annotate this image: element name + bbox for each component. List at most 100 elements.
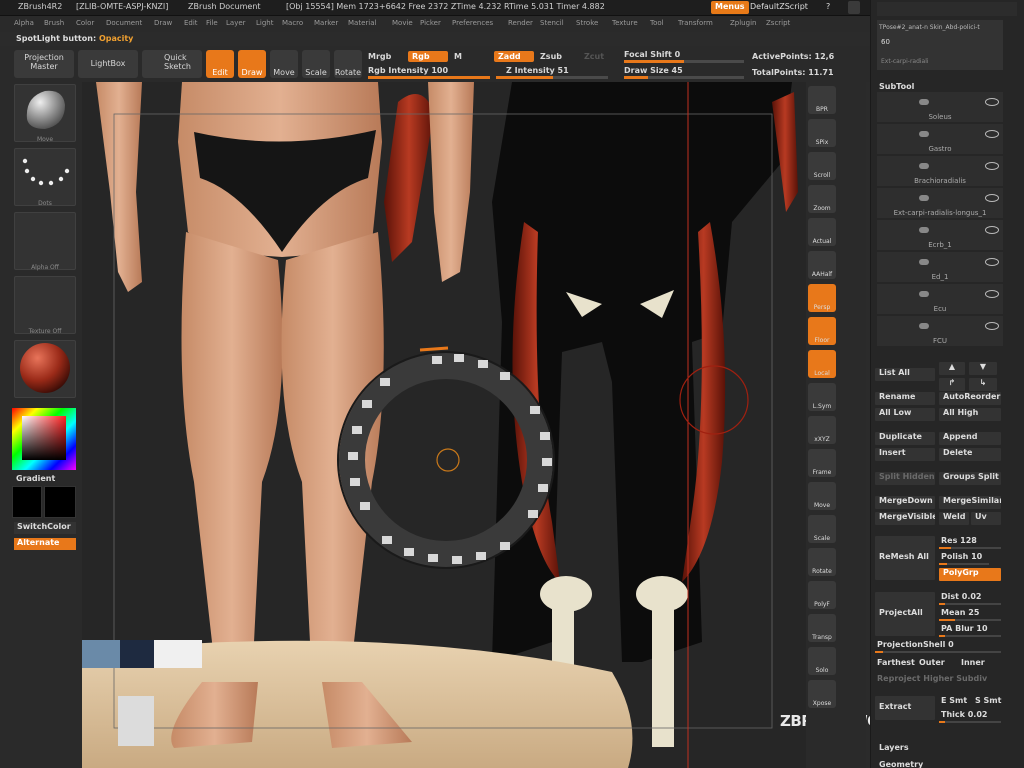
- shelf-transp-button[interactable]: Transp: [808, 614, 836, 642]
- shelf-scroll-button[interactable]: Scroll: [808, 152, 836, 180]
- merge-down-button[interactable]: MergeDown: [875, 496, 935, 509]
- shelf-l-sym-button[interactable]: L.Sym: [808, 383, 836, 411]
- eye-icon[interactable]: [985, 226, 999, 234]
- zsub-toggle[interactable]: Zsub: [540, 52, 562, 61]
- help-icon[interactable]: ?: [822, 1, 834, 14]
- m-toggle[interactable]: M: [454, 52, 462, 61]
- shelf-xpose-button[interactable]: Xpose: [808, 680, 836, 708]
- menu-macro[interactable]: Macro: [282, 19, 303, 27]
- rotate-button[interactable]: Rotate: [334, 50, 362, 78]
- reproject-higher-button[interactable]: Reproject Higher Subdiv: [877, 674, 987, 683]
- move-up-arrow-icon[interactable]: ▲: [939, 362, 965, 375]
- layers-section[interactable]: Layers: [879, 743, 909, 752]
- shelf-zoom-button[interactable]: Zoom: [808, 185, 836, 213]
- menu-stroke[interactable]: Stroke: [576, 19, 598, 27]
- uv-button[interactable]: Uv: [971, 512, 1001, 525]
- zcut-toggle[interactable]: Zcut: [584, 52, 604, 61]
- menu-alpha[interactable]: Alpha: [14, 19, 34, 27]
- mean-slider[interactable]: [939, 619, 1001, 621]
- menu-light[interactable]: Light: [256, 19, 273, 27]
- stroke-thumbnail[interactable]: Dots: [14, 148, 76, 207]
- eye-icon[interactable]: [985, 130, 999, 138]
- quick-sketch-button[interactable]: Quick Sketch: [142, 50, 202, 78]
- subtool-item[interactable]: Ext-carpi-radialis-longus_1: [877, 188, 1003, 218]
- weld-button[interactable]: Weld: [939, 512, 969, 525]
- arrow-down-right-icon[interactable]: ↳: [969, 378, 997, 391]
- append-button[interactable]: Append: [939, 432, 1001, 445]
- layout-icon[interactable]: [848, 1, 860, 14]
- polygrp-toggle[interactable]: PolyGrp: [939, 568, 1001, 581]
- outer-toggle[interactable]: Outer: [919, 658, 945, 667]
- list-all-button[interactable]: List All: [875, 368, 935, 381]
- menu-render[interactable]: Render: [508, 19, 533, 27]
- tool-current[interactable]: TPose#2_anat-n Skin_Abd-polici-t 60 Ext-…: [877, 20, 1003, 70]
- move-button[interactable]: Move: [270, 50, 298, 78]
- subtool-toggle[interactable]: [919, 259, 929, 265]
- tool-icon-strip[interactable]: [877, 2, 1017, 16]
- merge-similar-button[interactable]: MergeSimilar: [939, 496, 1001, 509]
- polish-slider[interactable]: [939, 563, 989, 565]
- canvas-viewport[interactable]: [82, 82, 806, 768]
- brush-thumbnail[interactable]: Move: [14, 84, 76, 143]
- menu-layer[interactable]: Layer: [226, 19, 246, 27]
- menu-color[interactable]: Color: [76, 19, 94, 27]
- menu-picker[interactable]: Picker: [420, 19, 441, 27]
- alternate-button[interactable]: Alternate: [14, 538, 76, 550]
- subtool-toggle[interactable]: [919, 291, 929, 297]
- shelf-polyf-button[interactable]: PolyF: [808, 581, 836, 609]
- secondary-color-swatch[interactable]: [44, 486, 76, 518]
- split-hidden-button[interactable]: Split Hidden: [875, 472, 935, 485]
- pa-blur-slider[interactable]: [939, 635, 1001, 637]
- res-slider[interactable]: [939, 547, 1001, 549]
- eye-icon[interactable]: [985, 290, 999, 298]
- shelf-xxyz-button[interactable]: xXYZ: [808, 416, 836, 444]
- eye-icon[interactable]: [985, 194, 999, 202]
- focal-shift-slider[interactable]: [624, 60, 744, 63]
- menu-marker[interactable]: Marker: [314, 19, 338, 27]
- arrow-right-icon[interactable]: ↱: [939, 378, 965, 391]
- menu-tool[interactable]: Tool: [650, 19, 664, 27]
- shelf-solo-button[interactable]: Solo: [808, 647, 836, 675]
- duplicate-button[interactable]: Duplicate: [875, 432, 935, 445]
- subtool-item[interactable]: Gastro: [877, 124, 1003, 154]
- shelf-frame-button[interactable]: Frame: [808, 449, 836, 477]
- shelf-actual-button[interactable]: Actual: [808, 218, 836, 246]
- shelf-move-button[interactable]: Move: [808, 482, 836, 510]
- remesh-all-button[interactable]: ReMesh All: [875, 536, 935, 580]
- subtool-toggle[interactable]: [919, 163, 929, 169]
- geometry-section[interactable]: Geometry: [879, 760, 923, 768]
- move-down-arrow-icon[interactable]: ▼: [969, 362, 997, 375]
- menu-stencil[interactable]: Stencil: [540, 19, 564, 27]
- subtool-toggle[interactable]: [919, 323, 929, 329]
- subtool-item[interactable]: Soleus: [877, 92, 1003, 122]
- shelf-persp-button[interactable]: Persp: [808, 284, 836, 312]
- draw-button[interactable]: Draw: [238, 50, 266, 78]
- subtool-title[interactable]: SubTool: [879, 82, 914, 91]
- rgb-toggle[interactable]: Rgb: [408, 51, 448, 62]
- draw-size-slider[interactable]: [624, 76, 744, 79]
- eye-icon[interactable]: [985, 322, 999, 330]
- menu-edit[interactable]: Edit: [184, 19, 198, 27]
- shelf-scale-button[interactable]: Scale: [808, 515, 836, 543]
- mrgb-toggle[interactable]: Mrgb: [368, 52, 391, 61]
- switch-color-button[interactable]: SwitchColor: [14, 522, 76, 534]
- subtool-toggle[interactable]: [919, 195, 929, 201]
- insert-button[interactable]: Insert: [875, 448, 935, 461]
- color-picker[interactable]: [12, 408, 76, 470]
- shelf-aahalf-button[interactable]: AAHalf: [808, 251, 836, 279]
- menu-preferences[interactable]: Preferences: [452, 19, 493, 27]
- rgb-intensity-slider[interactable]: [368, 76, 490, 79]
- rename-button[interactable]: Rename: [875, 392, 935, 405]
- all-low-button[interactable]: All Low: [875, 408, 935, 421]
- groups-split-button[interactable]: Groups Split: [939, 472, 1001, 485]
- dist-slider[interactable]: [939, 603, 1001, 605]
- subtool-item[interactable]: Brachioradialis: [877, 156, 1003, 186]
- inner-toggle[interactable]: Inner: [961, 658, 985, 667]
- projection-shell-slider[interactable]: [875, 651, 1001, 653]
- default-zscript-button[interactable]: DefaultZScript: [746, 1, 812, 14]
- lightbox-button[interactable]: LightBox: [78, 50, 138, 78]
- projection-master-button[interactable]: Projection Master: [14, 50, 74, 78]
- shelf-spix-button[interactable]: SPix: [808, 119, 836, 147]
- gradient-label[interactable]: Gradient: [16, 474, 55, 483]
- menu-zplugin[interactable]: Zplugin: [730, 19, 756, 27]
